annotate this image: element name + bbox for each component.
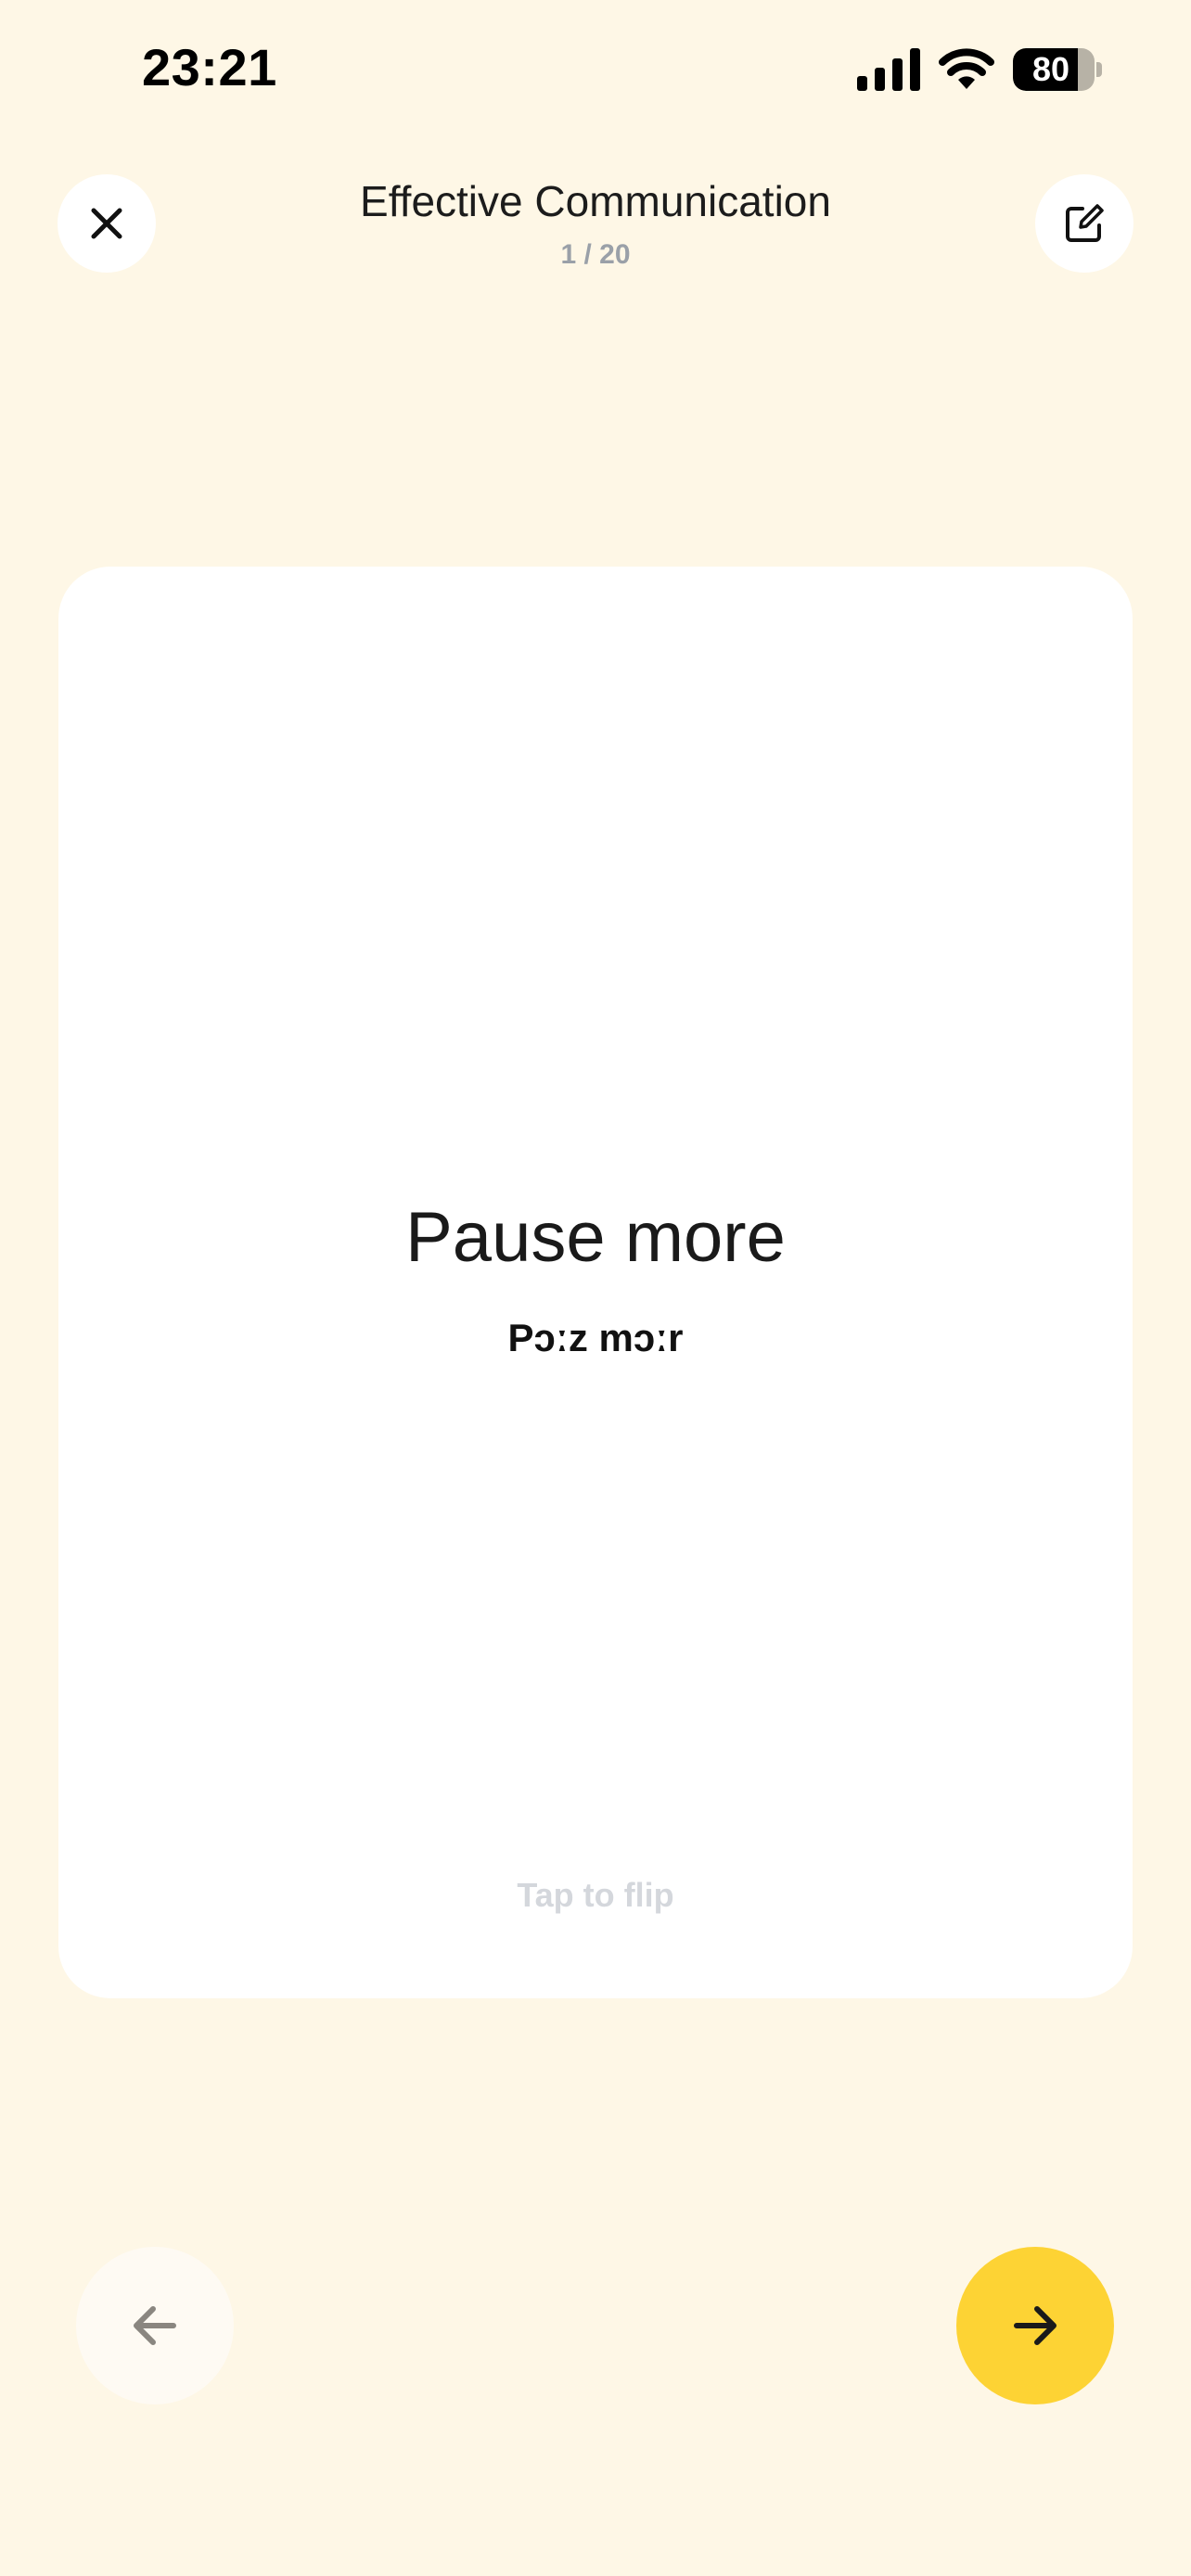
battery-body: 80	[1013, 48, 1095, 91]
arrow-right-icon	[1014, 2306, 1057, 2345]
close-icon	[91, 208, 122, 239]
next-card-button[interactable]	[956, 2247, 1114, 2404]
previous-card-button[interactable]	[76, 2247, 234, 2404]
battery-level: 80	[1031, 50, 1070, 88]
card-progress: 1 / 20	[560, 239, 631, 270]
flashcard-screen: 23:21 80 Effective Communication 1 / 20	[0, 0, 1191, 2576]
close-button[interactable]	[58, 174, 156, 273]
tap-to-flip-hint: Tap to flip	[517, 1876, 674, 1914]
card-term: Pause more	[405, 1198, 786, 1277]
battery-icon: 80	[1013, 48, 1102, 91]
deck-title: Effective Communication	[360, 177, 831, 225]
edit-button[interactable]	[1035, 174, 1133, 273]
status-time: 23:21	[142, 38, 277, 96]
arrow-left-icon	[134, 2306, 176, 2345]
status-bar: 23:21 80	[0, 0, 1191, 139]
wifi-icon	[939, 48, 994, 89]
cellular-signal-icon	[857, 48, 920, 91]
edit-icon	[1066, 204, 1104, 242]
card-phonetic: Pɔːz mɔːr	[507, 1316, 684, 1359]
flashcard[interactable]: Pause more Pɔːz mɔːr Tap to flip	[58, 567, 1133, 1998]
battery-cap	[1096, 62, 1102, 77]
